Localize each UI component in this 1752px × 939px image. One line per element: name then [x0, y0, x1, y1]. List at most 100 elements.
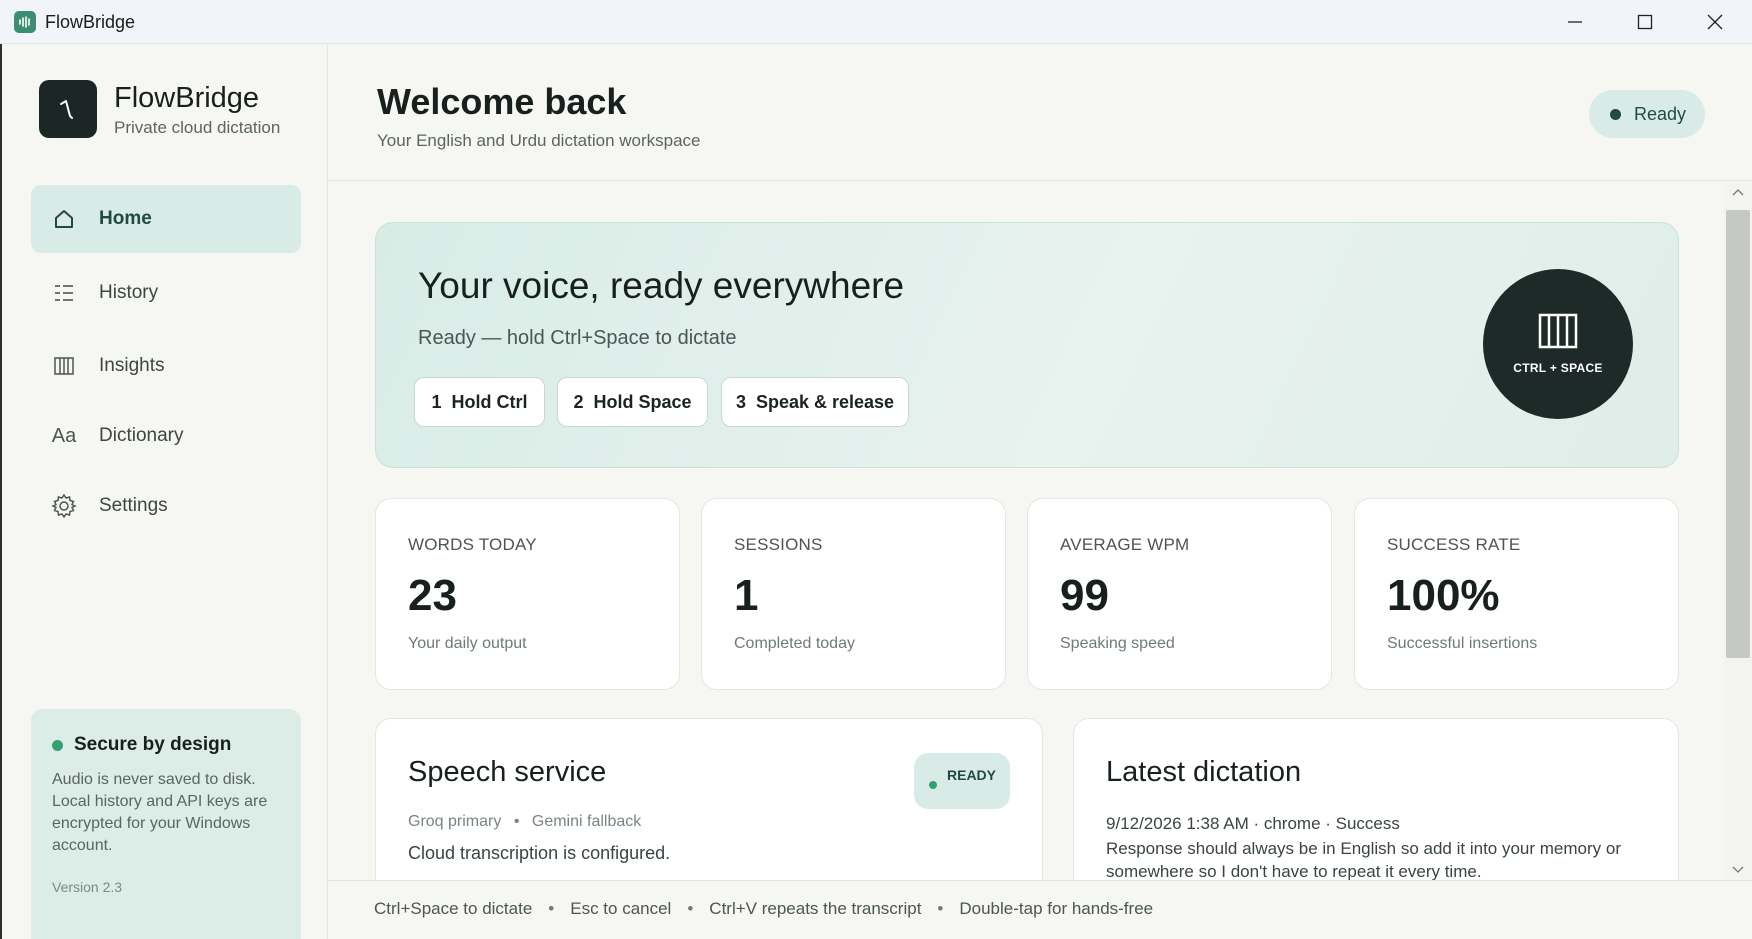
step-chip: 1 Hold Ctrl	[414, 377, 545, 427]
gear-icon	[51, 493, 77, 519]
stat-value: 100%	[1387, 571, 1500, 620]
step-label: Hold Ctrl	[451, 391, 528, 412]
page-subtitle: Your English and Urdu dictation workspac…	[377, 131, 701, 150]
step-number: 1	[431, 391, 442, 412]
shortcut-hints: Ctrl+Space to dictate • Esc to cancel • …	[374, 899, 1153, 919]
window-title: FlowBridge	[45, 12, 136, 32]
maximize-button[interactable]	[1610, 0, 1680, 44]
stat-label: SUCCESS RATE	[1387, 535, 1521, 554]
dictate-button[interactable]: CTRL + SPACE	[1483, 269, 1633, 419]
sidebar-item-settings[interactable]: Settings	[31, 472, 301, 540]
app-icon	[14, 11, 36, 33]
sidebar-item-home[interactable]: Home	[31, 185, 301, 253]
latest-dictation-card: Latest dictation 9/12/2026 1:38 AM · chr…	[1073, 718, 1679, 880]
stat-caption: Successful insertions	[1387, 635, 1538, 652]
main-area: Welcome back Your English and Urdu dicta…	[328, 44, 1752, 939]
step-label: Speak & release	[755, 391, 895, 412]
sidebar-item-label: Settings	[99, 495, 168, 516]
waveform-bars-icon	[1538, 313, 1578, 349]
close-button[interactable]	[1680, 0, 1750, 44]
sidebar-item-insights[interactable]: Insights	[31, 332, 301, 400]
stat-card-success: SUCCESS RATE 100% Successful insertions	[1354, 498, 1679, 690]
stat-label: SESSIONS	[734, 535, 823, 554]
dictation-text: Response should always be in English so …	[1106, 839, 1621, 880]
card-title: Speech service	[408, 756, 607, 788]
status-dot	[1610, 109, 1621, 120]
step-label: Hold Space	[593, 391, 692, 412]
sidebar-item-dictionary[interactable]: Aa Dictionary	[31, 402, 301, 470]
page-title: Welcome back	[377, 81, 627, 122]
stat-card-sessions: SESSIONS 1 Completed today	[701, 498, 1006, 690]
hero-title: Your voice, ready everywhere	[418, 265, 905, 306]
stat-value: 1	[734, 571, 759, 620]
list-icon	[51, 281, 77, 305]
separator-dot: •	[548, 899, 555, 918]
step-chip: 3 Speak & release	[721, 377, 909, 427]
chevron-down-icon	[1732, 866, 1744, 873]
page-header: Welcome back Your English and Urdu dicta…	[328, 44, 1752, 181]
status-badge: READY	[914, 753, 1010, 809]
primary-provider: Groq primary	[408, 813, 502, 830]
card-title: Latest dictation	[1106, 756, 1302, 788]
brand-name: FlowBridge	[114, 82, 260, 114]
separator-dot: •	[687, 899, 694, 918]
brand-tagline: Private cloud dictation	[114, 118, 281, 137]
waveform-logo-icon	[60, 100, 73, 119]
status-dot	[52, 740, 63, 751]
hint-item: Ctrl+Space to dictate	[374, 899, 533, 918]
secure-card: Secure by design Audio is never saved to…	[31, 709, 301, 939]
shortcut-footer: Ctrl+Space to dictate • Esc to cancel • …	[328, 880, 1752, 939]
minimize-icon	[1568, 21, 1582, 23]
scroll-up-button[interactable]	[1724, 182, 1752, 202]
content-scroll-area[interactable]: Your voice, ready everywhere Ready — hol…	[328, 182, 1724, 880]
stat-caption: Speaking speed	[1060, 635, 1175, 652]
step-chip: 2 Hold Space	[557, 377, 708, 427]
title-bar: FlowBridge	[0, 0, 1752, 44]
sidebar-item-label: History	[99, 282, 159, 303]
provider-line: Groq primary • Gemini fallback	[408, 813, 641, 831]
separator-dot: •	[513, 813, 520, 830]
font-icon: Aa	[51, 424, 77, 447]
secure-text: Audio is never saved to disk. Local hist…	[52, 771, 268, 854]
vertical-scrollbar[interactable]	[1724, 182, 1752, 880]
sidebar-item-label: Home	[99, 208, 152, 229]
hint-item: Esc to cancel	[570, 899, 672, 918]
stat-label: AVERAGE WPM	[1060, 535, 1190, 554]
hint-item: Double-tap for hands-free	[959, 899, 1154, 918]
secure-title: Secure by design	[74, 734, 232, 755]
service-status-text: Cloud transcription is configured.	[408, 843, 671, 863]
status-label: Ready	[1634, 104, 1687, 124]
stat-card-words: WORDS TODAY 23 Your daily output	[375, 498, 680, 690]
chevron-up-icon	[1732, 189, 1744, 196]
sidebar: FlowBridge Private cloud dictation Home …	[0, 44, 328, 939]
sidebar-item-label: Dictionary	[99, 425, 184, 446]
maximize-icon	[1637, 14, 1653, 30]
fallback-provider: Gemini fallback	[531, 813, 642, 830]
shortcut-label: CTRL + SPACE	[1513, 361, 1603, 375]
close-icon	[1707, 14, 1723, 30]
stat-label: WORDS TODAY	[408, 535, 537, 554]
hint-item: Ctrl+V repeats the transcript	[709, 899, 922, 918]
sidebar-item-history[interactable]: History	[31, 259, 301, 327]
speech-service-card: Speech service READY Groq primary • Gemi…	[375, 718, 1043, 880]
stat-card-wpm: AVERAGE WPM 99 Speaking speed	[1027, 498, 1332, 690]
scroll-down-button[interactable]	[1724, 860, 1752, 880]
sidebar-item-label: Insights	[99, 355, 165, 376]
bars-icon	[51, 354, 77, 378]
status-dot	[929, 781, 937, 789]
step-number: 3	[735, 391, 746, 412]
version-label: Version 2.3	[52, 879, 123, 895]
stat-caption: Completed today	[734, 635, 855, 652]
status-badge: Ready	[1589, 90, 1705, 138]
scroll-thumb[interactable]	[1726, 210, 1750, 658]
home-icon	[51, 207, 77, 231]
stat-value: 99	[1060, 571, 1109, 620]
stat-value: 23	[408, 571, 457, 620]
stat-caption: Your daily output	[408, 635, 527, 652]
brand-logo	[39, 80, 97, 138]
hero-subtitle: Ready — hold Ctrl+Space to dictate	[418, 327, 737, 349]
minimize-button[interactable]	[1540, 0, 1610, 44]
status-label: READY	[947, 767, 997, 783]
step-number: 2	[573, 391, 584, 412]
separator-dot: •	[937, 899, 944, 918]
